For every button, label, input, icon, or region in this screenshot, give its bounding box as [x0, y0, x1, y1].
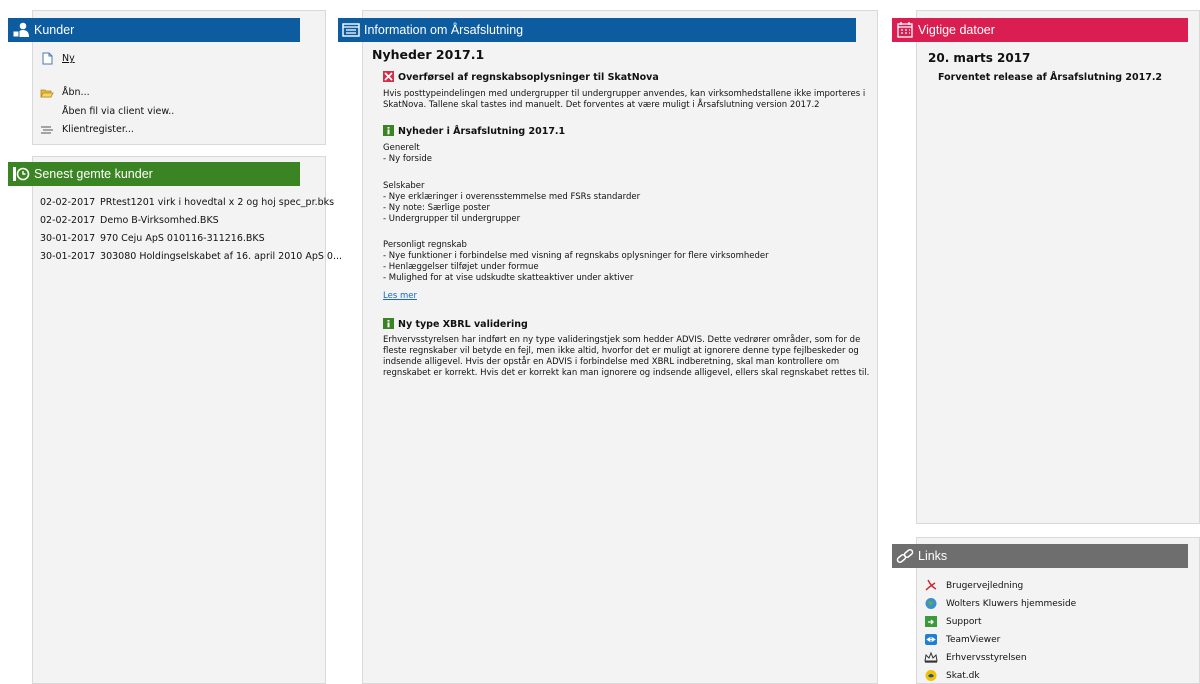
recent-header: Senest gemte kunder: [8, 162, 300, 186]
s2-personligt-2: - Henlæggelser tilføjet under formue: [383, 262, 539, 272]
link-chain-icon: [896, 548, 914, 564]
links-title: Links: [918, 549, 948, 563]
s2-personligt-head: Personligt regnskab: [383, 240, 467, 250]
skat-icon: [925, 670, 937, 681]
s2-selskaber-3: - Undergrupper til undergrupper: [383, 214, 521, 224]
s3-title-row: Ny type XBRL validering: [383, 318, 528, 330]
kunder-header: Kunder: [8, 18, 300, 42]
aabn-client-view-button[interactable]: Åben fil via client view..: [62, 106, 174, 117]
link-label: Support: [946, 617, 982, 627]
link-label: TeamViewer: [946, 635, 1001, 645]
link-label: Erhvervsstyrelsen: [946, 653, 1027, 663]
s2-selskaber-1: - Nye erklæringer i overensstemmelse med…: [383, 192, 641, 202]
s2-selskaber-head: Selskaber: [383, 181, 425, 191]
klientregister-button[interactable]: Klientregister...: [40, 123, 134, 136]
info-title: Information om Årsafslutning: [364, 23, 524, 37]
recent-date: 02-02-2017: [40, 197, 96, 208]
s1-title: Overførsel af regnskabsoplysninger til S…: [398, 72, 659, 83]
teamviewer-icon: [925, 634, 937, 645]
dates-title: Vigtige datoer: [918, 23, 995, 37]
kunder-title: Kunder: [34, 23, 75, 37]
s2-title: Nyheder i Årsafslutning 2017.1: [398, 126, 566, 137]
crown-icon: [924, 651, 938, 663]
les-mer-label: Les mer: [383, 291, 417, 301]
s3-title: Ny type XBRL validering: [398, 319, 528, 330]
news-heading: Nyheder 2017.1: [372, 47, 485, 62]
newspaper-icon: [342, 23, 360, 37]
link-support[interactable]: Support: [924, 615, 982, 628]
info-badge-icon: [383, 318, 394, 329]
link-label: Brugervejledning: [946, 581, 1024, 591]
recent-date: 02-02-2017: [40, 215, 96, 226]
link-brugervejledning[interactable]: Brugervejledning: [924, 579, 1023, 592]
recent-row[interactable]: 02-02-2017 PRtest1201 virk i hovedtal x …: [40, 197, 334, 208]
recent-row[interactable]: 02-02-2017 Demo B-Virksomhed.BKS: [40, 215, 219, 226]
new-document-icon: [42, 52, 53, 65]
links-header: Links: [892, 544, 1188, 568]
klientregister-label: Klientregister...: [62, 124, 134, 135]
s2-personligt-3: - Mulighed for at vise udskudte skatteak…: [383, 273, 634, 283]
s1-text: Hvis posttypeindelingen med undergrupper…: [383, 89, 866, 110]
history-icon: [13, 167, 30, 181]
recent-date: 30-01-2017: [40, 251, 96, 262]
aabn-client-view-label: Åben fil via client view..: [62, 106, 175, 117]
dates-panel: [916, 10, 1200, 524]
link-erhvervsstyrelsen[interactable]: Erhvervsstyrelsen: [924, 651, 1027, 664]
link-teamviewer[interactable]: TeamViewer: [924, 633, 1000, 646]
recent-name: 970 Ceju ApS 010116-311216.BKS: [100, 233, 265, 244]
customer-icon: [12, 22, 29, 38]
recent-name: Demo B-Virksomhed.BKS: [100, 215, 219, 226]
info-header: Information om Årsafslutning: [338, 18, 856, 42]
pdf-icon: [925, 579, 937, 591]
ny-label: Ny: [62, 53, 75, 64]
warning-badge-icon: [383, 71, 394, 82]
info-badge-icon: [383, 125, 394, 136]
s1-title-row: Overførsel af regnskabsoplysninger til S…: [383, 71, 659, 83]
calendar-icon: [897, 22, 913, 38]
recent-name: 303080 Holdingselskabet af 16. april 201…: [100, 251, 343, 262]
s2-generelt-head: Generelt: [383, 143, 420, 153]
recent-date: 30-01-2017: [40, 233, 96, 244]
link-skat[interactable]: Skat.dk: [924, 669, 980, 682]
globe-icon: [925, 598, 937, 609]
aabn-label: Åbn...: [62, 87, 90, 98]
link-label: Wolters Kluwers hjemmeside: [946, 599, 1077, 609]
s2-generelt-1: - Ny forside: [383, 154, 432, 164]
recent-name: PRtest1201 virk i hovedtal x 2 og hoj sp…: [100, 197, 335, 208]
link-label: Skat.dk: [946, 671, 980, 681]
link-wolters-kluwer[interactable]: Wolters Kluwers hjemmeside: [924, 597, 1076, 610]
important-date: 20. marts 2017: [928, 51, 1031, 65]
support-icon: [925, 616, 937, 627]
recent-row[interactable]: 30-01-2017 303080 Holdingselskabet af 16…: [40, 251, 342, 262]
s2-personligt-1: - Nye funktioner i forbindelse med visni…: [383, 251, 769, 261]
open-folder-icon: [40, 89, 54, 98]
s2-title-row: Nyheder i Årsafslutning 2017.1: [383, 125, 565, 137]
recent-row[interactable]: 30-01-2017 970 Ceju ApS 010116-311216.BK…: [40, 233, 265, 244]
recent-title: Senest gemte kunder: [34, 167, 153, 181]
aabn-button[interactable]: Åbn...: [40, 86, 90, 99]
s3-text: Erhvervsstyrelsen har indført en ny type…: [383, 335, 870, 378]
les-mer-link[interactable]: Les mer: [383, 291, 417, 302]
register-icon: [41, 126, 53, 134]
ny-button[interactable]: Ny: [40, 52, 75, 65]
dates-header: Vigtige datoer: [892, 18, 1188, 42]
s2-selskaber-2: - Ny note: Særlige poster: [383, 203, 490, 213]
important-date-text: Forventet release af Årsafslutning 2017.…: [938, 72, 1163, 83]
